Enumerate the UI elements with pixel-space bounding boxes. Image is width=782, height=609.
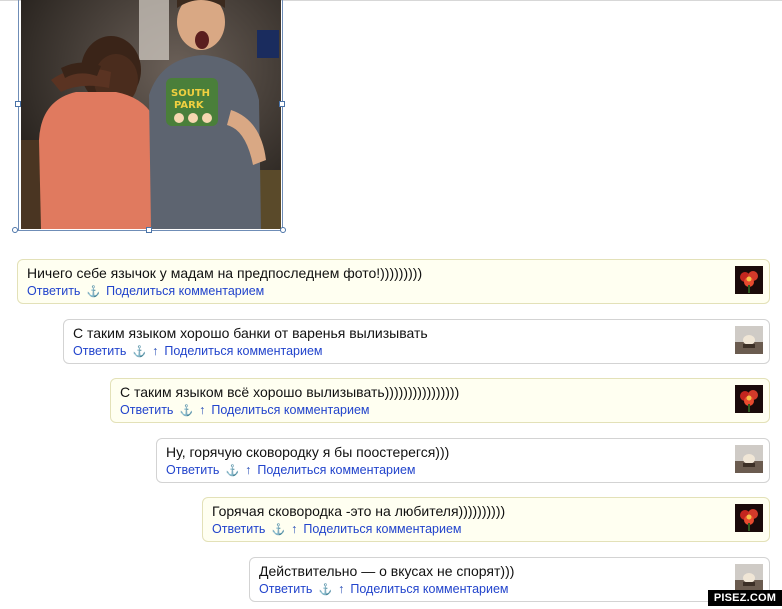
comment-text: С таким языком хорошо банки от варенья в… <box>73 325 428 341</box>
comment-1: Ничего себе язычок у мадам на предпослед… <box>17 259 770 304</box>
reply-link[interactable]: Ответить <box>27 284 80 298</box>
selection-border-right <box>282 0 283 231</box>
comment-actions: Ответить ⚓ Поделиться комментарием <box>27 284 264 298</box>
comment-4: Ну, горячую сковородку я бы поостерегся)… <box>156 438 770 483</box>
comment-2: С таким языком хорошо банки от варенья в… <box>63 319 770 364</box>
resize-handle-bottom[interactable] <box>146 227 152 233</box>
comment-actions: Ответить ⚓ ↑ Поделиться комментарием <box>73 344 323 358</box>
svg-text:SOUTH: SOUTH <box>171 88 210 99</box>
red-flower-avatar[interactable] <box>735 266 763 294</box>
comment-6: Действительно — о вкусах не спорят))) От… <box>249 557 770 602</box>
reply-link[interactable]: Ответить <box>212 522 265 536</box>
comment-actions: Ответить ⚓ ↑ Поделиться комментарием <box>120 403 370 417</box>
comment-text: Ну, горячую сковородку я бы поостерегся)… <box>166 444 450 460</box>
anchor-icon[interactable]: ⚓ <box>318 584 332 596</box>
comment-actions: Ответить ⚓ ↑ Поделиться комментарием <box>212 522 462 536</box>
parent-comment-arrow[interactable]: ↑ <box>245 463 251 477</box>
parent-comment-arrow[interactable]: ↑ <box>199 403 205 417</box>
parent-comment-arrow[interactable]: ↑ <box>291 522 297 536</box>
anchor-icon[interactable]: ⚓ <box>179 405 193 417</box>
resize-handle-bottom-right[interactable] <box>280 227 286 233</box>
reply-link[interactable]: Ответить <box>120 403 173 417</box>
share-comment-link[interactable]: Поделиться комментарием <box>106 284 264 298</box>
anchor-icon[interactable]: ⚓ <box>225 465 239 477</box>
comment-photo[interactable]: SOUTH PARK <box>21 0 281 229</box>
comment-actions: Ответить ⚓ ↑ Поделиться комментарием <box>166 463 416 477</box>
photo-container[interactable]: SOUTH PARK <box>12 0 286 233</box>
selection-border-left <box>18 0 19 231</box>
share-comment-link[interactable]: Поделиться комментарием <box>350 582 508 596</box>
comment-text: Действительно — о вкусах не спорят))) <box>259 563 515 579</box>
resize-handle-left[interactable] <box>15 101 21 107</box>
share-comment-link[interactable]: Поделиться комментарием <box>164 344 322 358</box>
parent-comment-arrow[interactable]: ↑ <box>152 344 158 358</box>
share-comment-link[interactable]: Поделиться комментарием <box>257 463 415 477</box>
reply-link[interactable]: Ответить <box>166 463 219 477</box>
comment-3: С таким языком всё хорошо вылизывать))))… <box>110 378 770 423</box>
anchor-icon[interactable]: ⚓ <box>132 346 146 358</box>
gray-photo-avatar[interactable] <box>735 564 763 592</box>
reply-link[interactable]: Ответить <box>259 582 312 596</box>
anchor-icon[interactable]: ⚓ <box>271 524 285 536</box>
comment-text: С таким языком всё хорошо вылизывать))))… <box>120 384 460 400</box>
reply-link[interactable]: Ответить <box>73 344 126 358</box>
comment-5: Горячая сковородка -это на любителя)))))… <box>202 497 770 542</box>
comment-actions: Ответить ⚓ ↑ Поделиться комментарием <box>259 582 509 596</box>
gray-photo-avatar[interactable] <box>735 445 763 473</box>
comment-text: Ничего себе язычок у мадам на предпослед… <box>27 265 423 281</box>
resize-handle-right[interactable] <box>279 101 285 107</box>
gray-photo-avatar[interactable] <box>735 326 763 354</box>
resize-handle-bottom-left[interactable] <box>12 227 18 233</box>
site-watermark: PISEZ.COM <box>708 590 782 606</box>
anchor-icon[interactable]: ⚓ <box>86 286 100 298</box>
share-comment-link[interactable]: Поделиться комментарием <box>211 403 369 417</box>
comment-text: Горячая сковородка -это на любителя)))))… <box>212 503 506 519</box>
parent-comment-arrow[interactable]: ↑ <box>338 582 344 596</box>
red-flower-avatar[interactable] <box>735 504 763 532</box>
svg-text:PARK: PARK <box>174 100 205 111</box>
share-comment-link[interactable]: Поделиться комментарием <box>303 522 461 536</box>
red-flower-avatar[interactable] <box>735 385 763 413</box>
